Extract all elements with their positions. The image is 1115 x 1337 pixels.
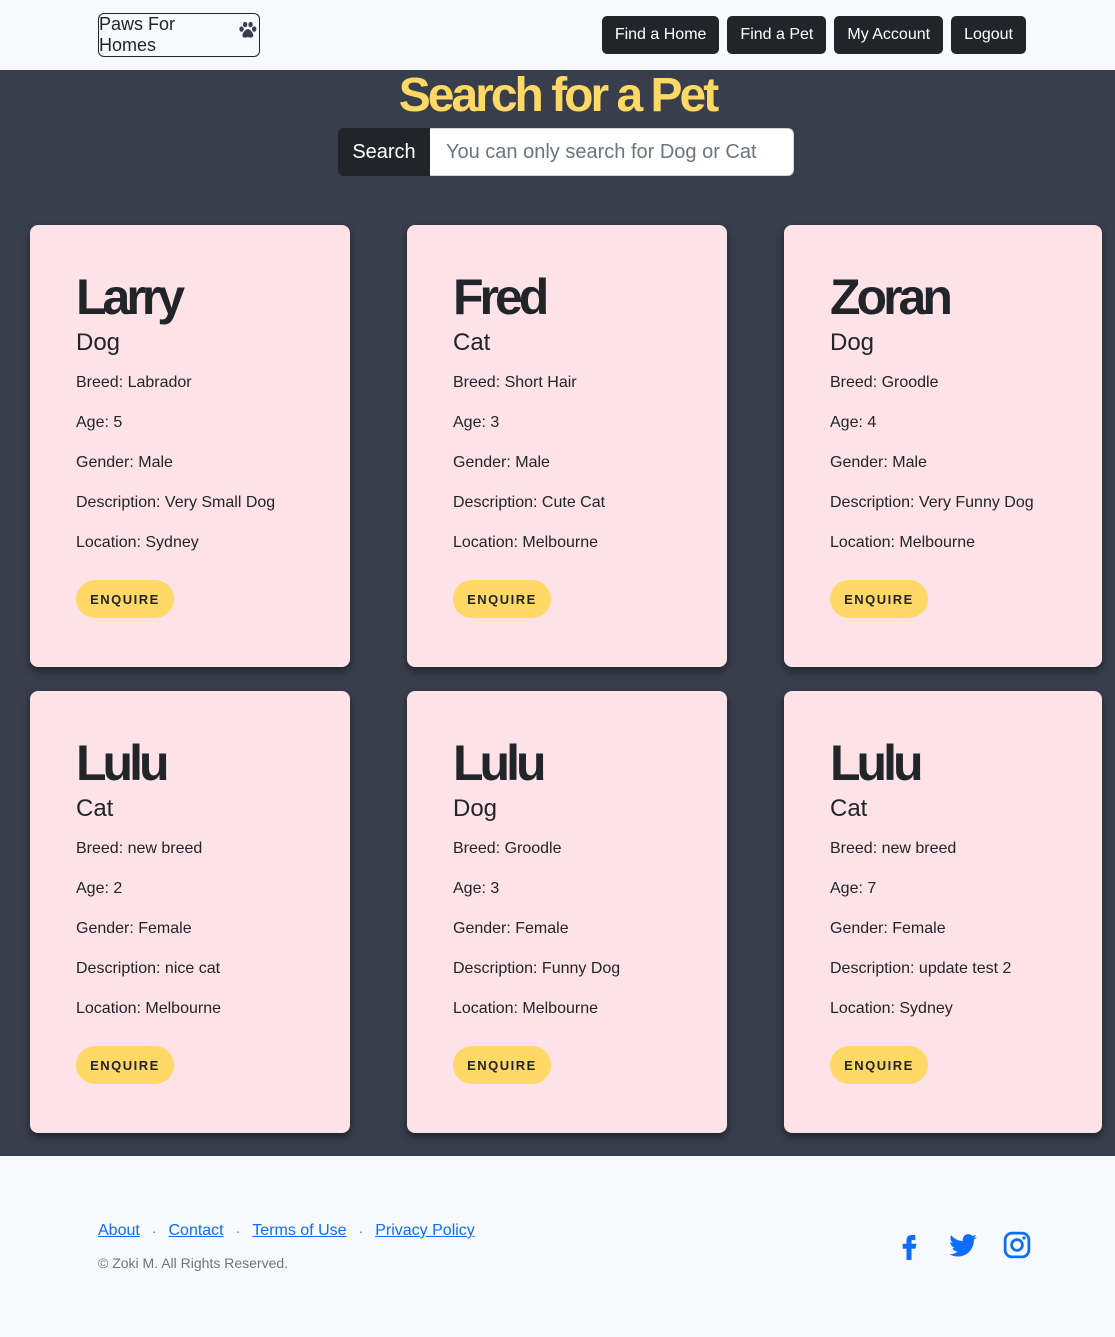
pet-breed: Breed: new breed [76,840,203,857]
find-a-home-button[interactable]: Find a Home [601,16,720,54]
main-section: Search for a Pet Search Larry Dog Breed:… [0,70,1115,1156]
pet-name: Lulu [453,735,547,791]
pet-species: Cat [453,329,491,356]
pet-species: Dog [76,329,121,356]
pet-breed: Breed: Groodle [830,374,939,391]
pet-location: Location: Sydney [76,534,199,551]
pet-card: Fred Cat Breed: Short Hair Age: 3 Gender… [407,225,727,667]
pet-breed: Breed: Short Hair [453,374,577,391]
pet-name: Lulu [830,735,924,791]
pet-age: Age: 5 [76,414,123,431]
nav-buttons: Find a Home Find a Pet My Account Logout [601,16,1026,54]
pet-card: Lulu Cat Breed: new breed Age: 7 Gender:… [784,691,1102,1133]
pet-breed: Breed: Groodle [453,840,562,857]
search-input[interactable] [430,128,794,176]
pet-name: Lulu [76,735,170,791]
copyright: © Zoki M. All Rights Reserved. [98,1255,289,1271]
pet-location: Location: Melbourne [453,534,598,551]
footer-separator: · [358,1223,364,1239]
pet-description: Description: nice cat [76,960,221,977]
contact-link[interactable]: Contact [168,1222,223,1240]
brand-link[interactable]: Paws For Homes [98,13,260,57]
navbar: Paws For Homes Find a Home Find a Pet My… [0,0,1115,70]
pet-gender: Gender: Male [453,454,550,471]
pet-description: Description: Funny Dog [453,960,621,977]
logout-button[interactable]: Logout [951,16,1026,54]
pet-description: Description: Very Small Dog [76,494,276,511]
pet-gender: Gender: Female [830,920,946,937]
pet-breed: Breed: new breed [830,840,957,857]
brand-name: Paws For Homes [99,14,176,55]
find-a-pet-button[interactable]: Find a Pet [727,16,827,54]
pet-species: Dog [453,795,498,822]
pet-name: Larry [76,269,185,325]
twitter-icon[interactable] [946,1228,980,1262]
enquire-button[interactable]: ENQUIRE [453,580,551,618]
pet-card: Zoran Dog Breed: Groodle Age: 4 Gender: … [784,225,1102,667]
paw-icon [239,21,257,38]
pet-gender: Gender: Male [830,454,927,471]
search-label: Search [338,128,430,176]
pet-species: Dog [830,329,875,356]
footer-separator: · [235,1223,241,1239]
pet-age: Age: 4 [830,414,877,431]
pet-card: Lulu Dog Breed: Groodle Age: 3 Gender: F… [407,691,727,1133]
pet-age: Age: 3 [453,414,500,431]
page-title: Search for a Pet [398,69,719,122]
about-link[interactable]: About [98,1222,140,1240]
footer-separator: · [151,1223,157,1239]
footer: About · Contact · Terms of Use · Privacy… [0,1156,1115,1337]
pet-age: Age: 3 [453,880,500,897]
terms-of-use-link[interactable]: Terms of Use [252,1222,346,1240]
search-group: Search [338,128,794,176]
privacy-policy-link[interactable]: Privacy Policy [375,1222,475,1240]
pet-card: Lulu Cat Breed: new breed Age: 2 Gender:… [30,691,350,1133]
my-account-button[interactable]: My Account [834,16,944,54]
pet-description: Description: Cute Cat [453,494,606,511]
social-links [892,1228,1034,1262]
pet-name: Zoran [830,269,953,325]
pet-gender: Gender: Male [76,454,173,471]
pet-age: Age: 2 [76,880,123,897]
pet-location: Location: Melbourne [830,534,975,551]
enquire-button[interactable]: ENQUIRE [830,1046,928,1084]
pet-location: Location: Melbourne [453,1000,598,1017]
pet-card: Larry Dog Breed: Labrador Age: 5 Gender:… [30,225,350,667]
pet-gender: Gender: Female [453,920,569,937]
pet-location: Location: Melbourne [76,1000,221,1017]
pet-description: Description: update test 2 [830,960,1012,977]
enquire-button[interactable]: ENQUIRE [76,1046,174,1084]
pet-breed: Breed: Labrador [76,374,192,391]
instagram-icon[interactable] [1000,1228,1034,1262]
pet-location: Location: Sydney [830,1000,953,1017]
enquire-button[interactable]: ENQUIRE [76,580,174,618]
facebook-icon[interactable] [892,1228,926,1262]
pet-age: Age: 7 [830,880,877,897]
enquire-button[interactable]: ENQUIRE [830,580,928,618]
footer-links: About · Contact · Terms of Use · Privacy… [98,1222,475,1240]
pet-description: Description: Very Funny Dog [830,494,1034,511]
enquire-button[interactable]: ENQUIRE [453,1046,551,1084]
pet-gender: Gender: Female [76,920,192,937]
pet-species: Cat [76,795,114,822]
pet-name: Fred [453,269,549,325]
pet-species: Cat [830,795,868,822]
